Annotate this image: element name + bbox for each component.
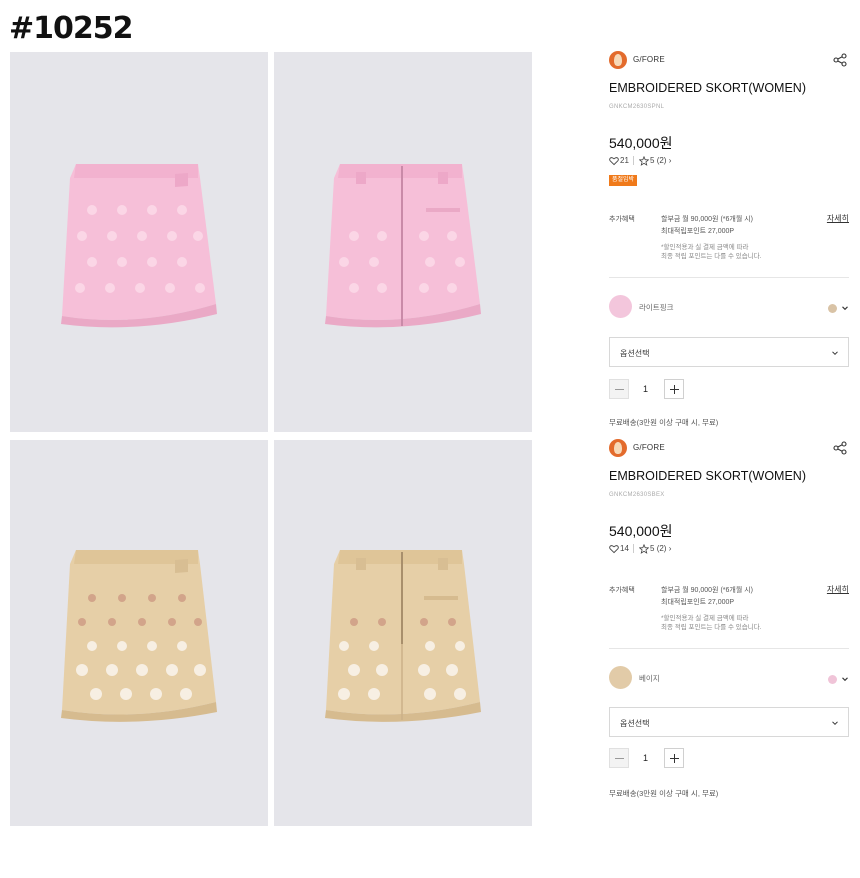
skirt-beige-front-image [61, 550, 217, 722]
points-info: 최대적립포인트 27,000P [661, 228, 735, 235]
skirt-pink-back-image [325, 164, 481, 328]
star-icon [639, 156, 649, 166]
meta-divider [633, 544, 634, 553]
color-option-swatch[interactable] [828, 304, 837, 313]
color-name: 베이지 [639, 674, 660, 683]
rating-value: 5 [650, 544, 655, 553]
product-meta: 21 5 (2) › [609, 155, 729, 167]
detail-link[interactable]: 자세히 [827, 213, 849, 224]
product-photo-pink-back[interactable] [274, 52, 532, 432]
shipping-info: 무료배송(3만원 이상 구매 시, 무료) [609, 789, 719, 798]
detail-link[interactable]: 자세히 [827, 584, 849, 595]
option-select-label: 옵션선택 [620, 349, 650, 358]
product-sku: GNKCM2630SPNL [609, 104, 665, 110]
chevron-down-icon[interactable] [841, 304, 849, 312]
product-photo-beige-front[interactable] [10, 440, 268, 826]
points-note-line2: 최종 적립 포인트는 다를 수 있습니다. [661, 253, 762, 260]
divider [609, 648, 849, 649]
option-select[interactable]: 옵션선택 [609, 337, 849, 367]
product-info-panel-pink: G/FORE EMBROIDERED SKORT(WOMEN) GNKCM263… [609, 51, 849, 431]
page-id: #10252 [9, 11, 134, 46]
option-select[interactable]: 옵션선택 [609, 707, 849, 737]
product-photo-beige-back[interactable] [274, 440, 532, 826]
rating-value: 5 [650, 156, 655, 165]
product-price: 540,000원 [609, 135, 673, 151]
product-title: EMBROIDERED SKORT(WOMEN) [609, 469, 806, 483]
benefit-label: 추가혜택 [609, 587, 635, 594]
product-photo-pink-front[interactable] [10, 52, 268, 432]
status-badge: 품절임박 [609, 175, 638, 186]
heart-icon[interactable] [609, 544, 619, 554]
chevron-down-icon [832, 351, 838, 356]
selected-color-swatch [609, 295, 632, 318]
brand-row: G/FORE [609, 439, 849, 459]
share-icon[interactable] [833, 441, 847, 455]
heart-icon[interactable] [609, 156, 619, 166]
share-icon[interactable] [833, 53, 847, 67]
brand-name[interactable]: G/FORE [633, 443, 665, 452]
skirt-pink-front-image [61, 164, 217, 328]
quantity-value[interactable]: 1 [629, 379, 662, 399]
color-name: 라이트핑크 [639, 303, 674, 312]
like-count: 14 [620, 544, 629, 553]
color-option-swatch[interactable] [828, 675, 837, 684]
installment-info: 할부금 월 90,000원 (*6개월 시) [661, 587, 753, 594]
review-summary[interactable]: 5 (2) › [650, 156, 671, 165]
product-meta: 14 5 (2) › [609, 543, 729, 555]
chevron-down-icon[interactable] [841, 675, 849, 683]
quantity-increase-button[interactable] [664, 748, 684, 768]
points-info: 최대적립포인트 27,000P [661, 599, 735, 606]
quantity-increase-button[interactable] [664, 379, 684, 399]
review-count: (2) [656, 156, 667, 165]
brand-name[interactable]: G/FORE [633, 55, 665, 64]
product-title: EMBROIDERED SKORT(WOMEN) [609, 81, 806, 95]
brand-logo[interactable] [609, 51, 627, 69]
option-select-label: 옵션선택 [620, 719, 650, 728]
selected-color-swatch [609, 666, 632, 689]
quantity-value[interactable]: 1 [629, 748, 662, 768]
brand-logo[interactable] [609, 439, 627, 457]
shipping-info: 무료배송(3만원 이상 구매 시, 무료) [609, 418, 719, 427]
quantity-decrease-button[interactable] [609, 379, 629, 399]
brand-row: G/FORE [609, 51, 849, 71]
divider [609, 277, 849, 278]
review-count: (2) [656, 544, 667, 553]
points-note-line2: 최종 적립 포인트는 다를 수 있습니다. [661, 624, 762, 631]
review-summary[interactable]: 5 (2) › [650, 544, 671, 553]
benefit-label: 추가혜택 [609, 216, 635, 223]
meta-divider [633, 156, 634, 165]
product-price: 540,000원 [609, 523, 673, 539]
chevron-down-icon [832, 721, 838, 726]
skirt-beige-back-image [325, 550, 481, 722]
star-icon [639, 544, 649, 554]
product-sku: GNKCM2630SBEX [609, 492, 665, 498]
installment-info: 할부금 월 90,000원 (*6개월 시) [661, 216, 753, 223]
like-count: 21 [620, 156, 629, 165]
quantity-decrease-button[interactable] [609, 748, 629, 768]
product-info-panel-beige: G/FORE EMBROIDERED SKORT(WOMEN) GNKCM263… [609, 439, 849, 819]
